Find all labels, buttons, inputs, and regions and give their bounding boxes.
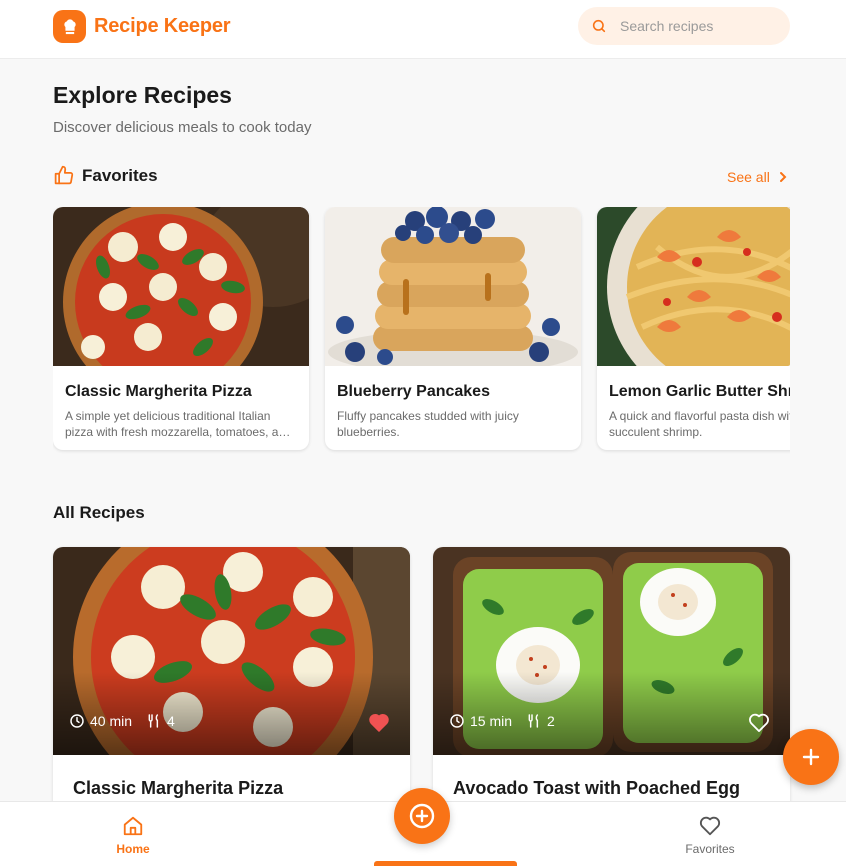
- search-bar[interactable]: [578, 7, 790, 45]
- recipe-image: [53, 207, 309, 402]
- recipe-meta: 40 min 4: [69, 713, 189, 729]
- nav-home[interactable]: Home: [110, 815, 156, 856]
- cook-time-value: 15 min: [470, 713, 513, 729]
- page-title: Explore Recipes: [53, 82, 232, 108]
- chef-hat-icon: [53, 10, 86, 43]
- app-header: Recipe Keeper: [0, 0, 846, 59]
- recipe-title: Classic Margherita Pizza: [73, 778, 284, 798]
- recipe-title: Avocado Toast with Poached Egg: [453, 778, 741, 798]
- nav-favorites-label: Favorites: [685, 842, 735, 856]
- search-icon: [592, 19, 606, 33]
- cook-time: 40 min: [69, 713, 132, 729]
- favorite-card[interactable]: Classic Margherita Pizza A simple yet de…: [53, 207, 309, 450]
- heart-icon: [749, 713, 769, 732]
- home-indicator: [374, 861, 517, 866]
- favorite-card[interactable]: Lemon Garlic Butter Shrimp A quick and f…: [597, 207, 790, 450]
- favorite-toggle[interactable]: [368, 712, 390, 737]
- plus-icon: [409, 803, 435, 829]
- app-logo[interactable]: Recipe Keeper: [53, 10, 231, 43]
- recipe-image: [325, 207, 581, 374]
- see-all-label: See all: [727, 169, 770, 185]
- cook-time-value: 40 min: [90, 713, 133, 729]
- recipe-name: Classic Margherita Pizza: [65, 383, 252, 400]
- recipe-image: [597, 207, 790, 407]
- plus-icon: [802, 748, 820, 766]
- chevron-right-icon: [779, 172, 787, 182]
- heart-icon: [369, 714, 389, 732]
- cook-time: 15 min: [449, 713, 512, 729]
- recipe-name: Lemon Garlic Butter Shrimp: [609, 383, 790, 400]
- recipe-name: Blueberry Pancakes: [337, 383, 490, 400]
- app-name: Recipe Keeper: [94, 15, 231, 37]
- nav-home-label: Home: [116, 842, 150, 856]
- recipe-description: A simple yet delicious traditional Itali…: [65, 409, 292, 439]
- servings-value: 4: [167, 713, 175, 729]
- servings: 2: [526, 713, 555, 729]
- favorite-card[interactable]: Blueberry Pancakes Fluffy pancakes studd…: [325, 207, 581, 450]
- see-all-link[interactable]: See all: [727, 169, 788, 185]
- search-input[interactable]: [620, 18, 780, 34]
- recipe-meta: 15 min 2: [449, 713, 569, 729]
- home-icon: [123, 816, 143, 836]
- utensils-icon: [148, 714, 159, 728]
- page-subtitle: Discover delicious meals to cook today: [53, 119, 312, 136]
- nav-favorites[interactable]: Favorites: [680, 815, 740, 856]
- recipe-description: A quick and flavorful pasta dish with su…: [609, 409, 790, 439]
- clock-icon: [450, 714, 464, 728]
- clock-icon: [70, 714, 84, 728]
- favorites-carousel[interactable]: Classic Margherita Pizza A simple yet de…: [53, 207, 790, 457]
- utensils-icon: [528, 714, 539, 728]
- servings-value: 2: [547, 713, 555, 729]
- all-recipes-heading: All Recipes: [53, 503, 145, 522]
- favorites-label: Favorites: [82, 165, 158, 185]
- thumbs-up-icon: [54, 165, 74, 185]
- add-recipe-fab[interactable]: [783, 729, 839, 785]
- add-recipe-button[interactable]: [394, 788, 450, 844]
- favorites-heading: Favorites: [53, 165, 158, 186]
- recipe-description: Fluffy pancakes studded with juicy blueb…: [337, 409, 519, 439]
- favorite-toggle[interactable]: [748, 712, 770, 737]
- heart-icon: [699, 816, 721, 836]
- servings: 4: [146, 713, 175, 729]
